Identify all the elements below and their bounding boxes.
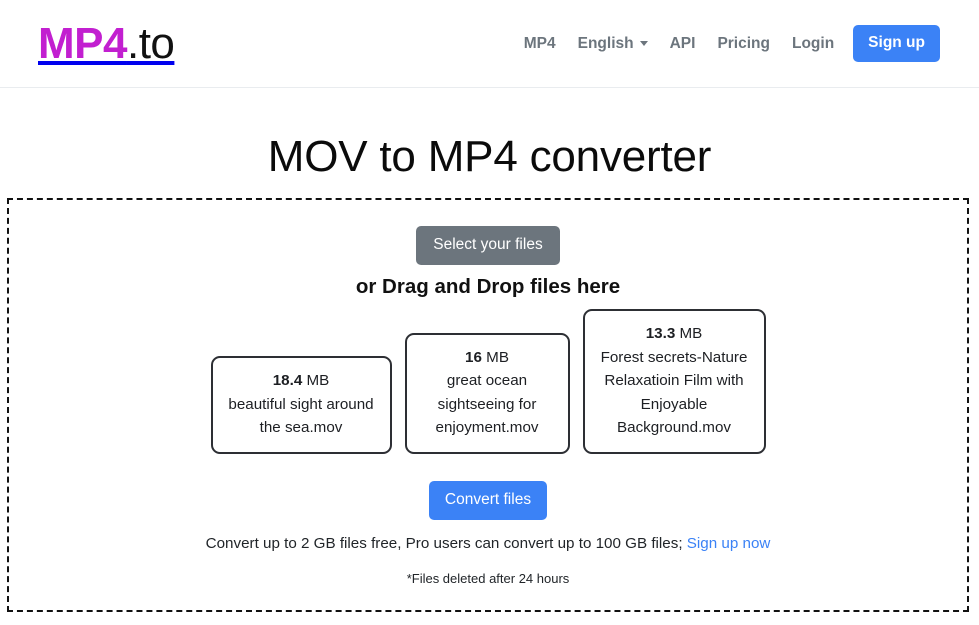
sign-up-now-link[interactable]: Sign up now xyxy=(687,535,771,552)
select-your-files-button[interactable]: Select your files xyxy=(416,226,560,265)
file-size-value: 16 xyxy=(465,348,482,366)
file-dropzone[interactable]: Select your files or Drag and Drop files… xyxy=(7,198,969,612)
conversion-limits-note: Convert up to 2 GB files free, Pro users… xyxy=(205,534,771,552)
nav-item-label: MP4 xyxy=(523,34,556,52)
nav-item-label: Pricing xyxy=(717,34,770,52)
main-navigation: MP4 English API Pricing Login Sign up xyxy=(513,25,940,62)
page-title: MOV to MP4 converter xyxy=(267,132,712,181)
nav-item-pricing[interactable]: Pricing xyxy=(706,28,781,60)
file-size: 18.4 MB xyxy=(226,369,377,393)
file-card[interactable]: 13.3 MB Forest secrets-Nature Relaxatioi… xyxy=(582,309,766,454)
nav-item-english[interactable]: English xyxy=(567,28,659,60)
site-header: MP4 .to MP4 English API Pricing Login Sig… xyxy=(0,0,979,88)
nav-item-api[interactable]: API xyxy=(659,28,707,60)
file-size-unit: MB xyxy=(306,372,330,390)
file-card[interactable]: 18.4 MB beautiful sight around the sea.m… xyxy=(210,356,392,454)
chevron-down-icon xyxy=(639,41,648,46)
file-size-value: 18.4 xyxy=(272,372,303,390)
logo-mark: MP4 xyxy=(38,18,127,68)
file-name: great ocean sightseeing for enjoyment.mo… xyxy=(435,372,539,437)
logo-tld: .to xyxy=(126,18,175,68)
drag-and-drop-hint: or Drag and Drop files here xyxy=(355,274,621,298)
file-size: 13.3 MB xyxy=(598,322,751,346)
file-retention-note: *Files deleted after 24 hours xyxy=(406,570,570,586)
nav-item-label: English xyxy=(577,34,634,52)
nav-item-login[interactable]: Login xyxy=(781,28,845,60)
nav-item-label: Login xyxy=(791,34,835,52)
nav-item-label: API xyxy=(669,34,696,52)
file-size: 16 MB xyxy=(420,346,555,370)
logo-mp4to[interactable]: MP4 .to xyxy=(38,18,175,68)
convert-files-button[interactable]: Convert files xyxy=(428,481,548,520)
sign-up-button[interactable]: Sign up xyxy=(853,25,940,62)
file-size-value: 13.3 xyxy=(645,325,676,343)
nav-item-mp4[interactable]: MP4 xyxy=(513,28,567,60)
file-name: Forest secrets-Nature Relaxatioin Film w… xyxy=(600,348,748,437)
file-size-unit: MB xyxy=(486,348,509,366)
selected-files-list: 18.4 MB beautiful sight around the sea.m… xyxy=(210,309,766,454)
file-card[interactable]: 16 MB great ocean sightseeing for enjoym… xyxy=(404,332,570,454)
file-size-unit: MB xyxy=(679,325,703,343)
limits-text: Convert up to 2 GB files free, Pro users… xyxy=(205,534,687,552)
file-name: beautiful sight around the sea.mov xyxy=(228,395,374,437)
